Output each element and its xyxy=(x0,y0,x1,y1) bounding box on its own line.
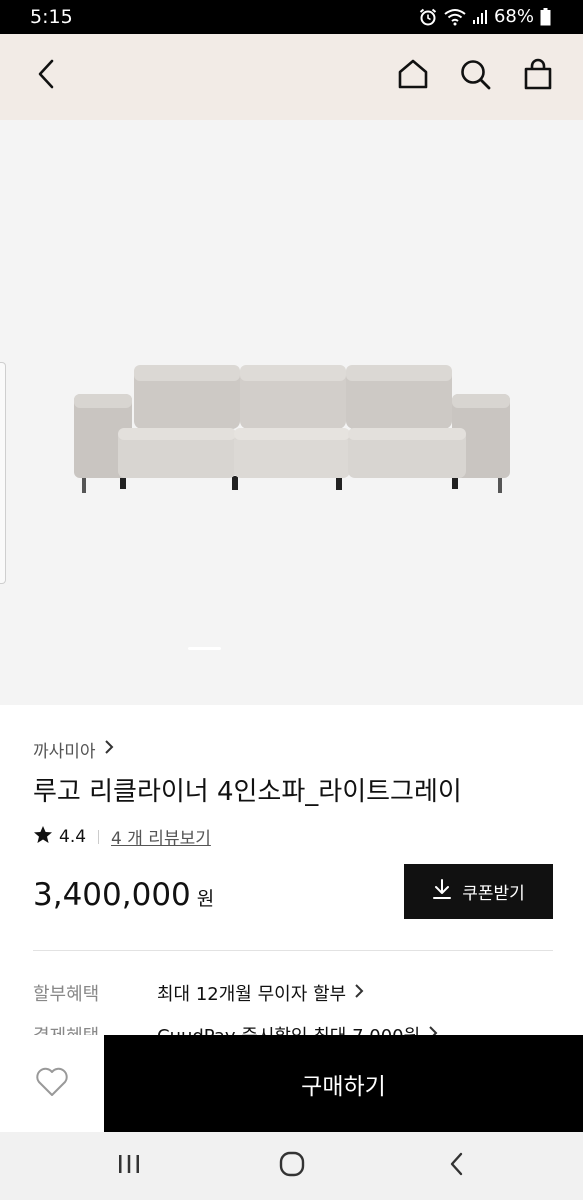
heart-icon xyxy=(35,1067,69,1101)
chevron-right-icon xyxy=(104,739,114,760)
back-icon xyxy=(35,59,57,93)
status-time: 5:15 xyxy=(30,6,73,28)
alarm-icon xyxy=(418,7,438,27)
rating-separator xyxy=(98,829,100,844)
system-back-button[interactable] xyxy=(440,1149,474,1183)
carousel-indicator xyxy=(188,647,221,650)
bag-icon xyxy=(524,58,552,94)
signal-icon xyxy=(472,9,488,25)
back-button[interactable] xyxy=(24,54,68,98)
recents-icon xyxy=(117,1153,141,1179)
download-icon xyxy=(432,878,452,905)
edge-panel-handle[interactable] xyxy=(0,362,6,584)
battery-text: 68% xyxy=(493,6,534,27)
benefit-value-text: 최대 12개월 무이자 할부 xyxy=(157,984,347,1005)
purchase-bar: 구매하기 xyxy=(0,1035,583,1132)
buy-button[interactable]: 구매하기 xyxy=(104,1035,583,1132)
home-circle-icon xyxy=(279,1151,305,1181)
search-icon xyxy=(459,58,491,94)
battery-icon xyxy=(540,7,551,26)
review-link[interactable]: 4 개 리뷰보기 xyxy=(111,824,211,849)
rating-value: 4.4 xyxy=(59,826,87,847)
price: 3,400,000 xyxy=(33,877,191,913)
benefit-label: 할부혜택 xyxy=(33,984,100,1005)
product-image-carousel[interactable] xyxy=(0,120,583,705)
buy-label: 구매하기 xyxy=(301,1073,386,1100)
benefit-value[interactable]: 최대 12개월 무이자 할부 xyxy=(157,980,364,1006)
recents-button[interactable] xyxy=(112,1149,146,1183)
status-bar: 5:15 68% xyxy=(0,0,583,34)
status-icons: 68% xyxy=(418,6,551,27)
coupon-label: 쿠폰받기 xyxy=(462,884,525,904)
product-title: 루고 리클라이너 4인소파_라이트그레이 xyxy=(33,777,462,807)
wifi-icon xyxy=(444,8,466,26)
home-icon xyxy=(397,58,429,94)
cart-button[interactable] xyxy=(516,54,560,98)
price-row: 3,400,000 원 xyxy=(33,877,214,913)
system-home-button[interactable] xyxy=(275,1149,309,1183)
system-nav-bar xyxy=(0,1132,583,1200)
brand-name: 까사미아 xyxy=(33,742,96,762)
rating-row: 4.4 4 개 리뷰보기 xyxy=(33,824,211,849)
search-button[interactable] xyxy=(453,54,497,98)
back-chevron-icon xyxy=(449,1152,465,1180)
wishlist-button[interactable] xyxy=(0,1035,104,1132)
app-header xyxy=(0,34,583,120)
coupon-button[interactable]: 쿠폰받기 xyxy=(404,864,553,919)
currency: 원 xyxy=(196,888,215,910)
benefit-row-installment[interactable]: 할부혜택 최대 12개월 무이자 할부 xyxy=(33,980,364,1006)
star-icon xyxy=(33,825,53,849)
divider xyxy=(33,950,553,951)
sofa-image xyxy=(74,365,510,493)
brand-link[interactable]: 까사미아 xyxy=(33,737,114,762)
chevron-right-icon xyxy=(354,983,364,1004)
home-button[interactable] xyxy=(391,54,435,98)
